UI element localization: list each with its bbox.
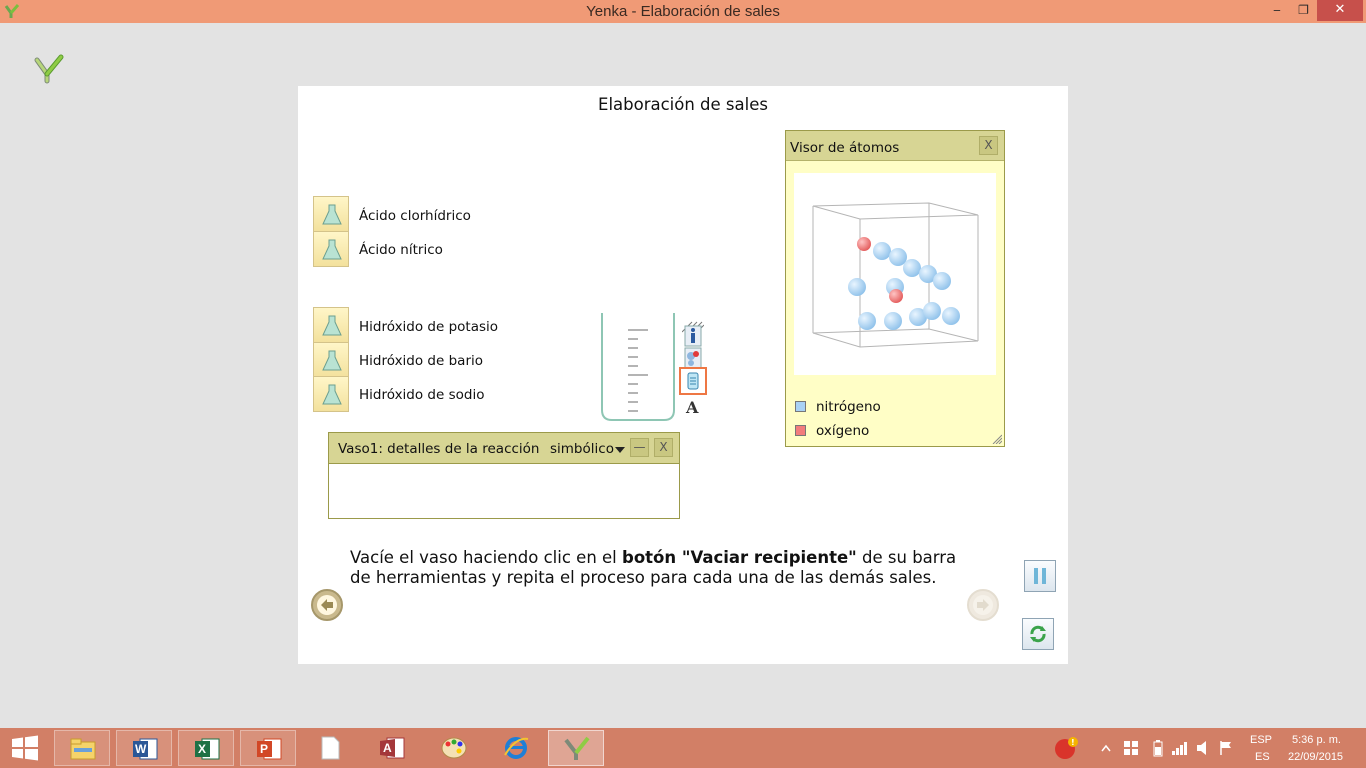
taskbar-powerpoint[interactable]: P bbox=[240, 730, 296, 766]
window-titlebar: Yenka - Elaboración de sales ‒ ❐ ✕ bbox=[0, 0, 1366, 23]
atom-viewer-window: Visor de átomos X nitrógeno oxígeno bbox=[785, 130, 1005, 447]
chemical-label: Ácido nítrico bbox=[359, 242, 443, 258]
maximize-button[interactable]: ❐ bbox=[1290, 0, 1317, 21]
powerpoint-icon: P bbox=[257, 738, 282, 760]
chemical-label: Hidróxido de sodio bbox=[359, 387, 485, 403]
taskbar-excel[interactable]: X bbox=[178, 730, 234, 766]
instruction-highlight: botón "Vaciar recipiente" bbox=[622, 548, 857, 567]
yenka-taskbar-icon bbox=[564, 736, 590, 760]
taskbar-document[interactable] bbox=[302, 730, 358, 766]
blank-document-icon bbox=[321, 736, 340, 760]
resize-grip-icon[interactable] bbox=[992, 434, 1002, 444]
network-signal-icon[interactable] bbox=[1171, 740, 1189, 756]
minimize-panel-button[interactable]: — bbox=[630, 438, 649, 457]
taskbar-notification-app[interactable]: ! bbox=[1038, 730, 1094, 766]
reaction-details-window: Vaso1: detalles de la reacción simbólico… bbox=[328, 432, 680, 519]
legend-swatch-oxygen bbox=[795, 425, 806, 436]
chemical-button-hcl[interactable] bbox=[313, 196, 349, 232]
internet-explorer-icon bbox=[504, 737, 529, 759]
taskbar-internet-explorer[interactable] bbox=[488, 730, 544, 766]
svg-text:A: A bbox=[685, 398, 699, 417]
arrow-right-icon bbox=[973, 595, 993, 615]
legend-swatch-nitrogen bbox=[795, 401, 806, 412]
language-code[interactable]: ESP bbox=[1250, 734, 1272, 746]
reset-button[interactable] bbox=[1022, 618, 1054, 650]
chemical-button-naoh[interactable] bbox=[313, 376, 349, 412]
flask-icon bbox=[322, 384, 342, 405]
clock-time[interactable]: 5:36 p. m. bbox=[1292, 734, 1341, 746]
activity-panel: Elaboración de sales Ácido clorhídrico Á… bbox=[298, 86, 1068, 664]
beaker[interactable] bbox=[600, 312, 676, 424]
pause-icon bbox=[1034, 568, 1046, 584]
atom-viewer-icon[interactable] bbox=[682, 347, 704, 369]
svg-text:W: W bbox=[135, 742, 147, 756]
battery-icon[interactable] bbox=[1153, 739, 1163, 757]
chemical-label: Hidróxido de bario bbox=[359, 353, 483, 369]
previous-step-button[interactable] bbox=[311, 589, 343, 621]
close-panel-button[interactable]: X bbox=[654, 438, 673, 457]
taskbar-paint[interactable] bbox=[426, 730, 482, 766]
refresh-icon bbox=[1030, 625, 1046, 643]
alert-app-icon: ! bbox=[1055, 737, 1078, 759]
close-button[interactable]: ✕ bbox=[1317, 0, 1363, 21]
svg-text:A: A bbox=[383, 741, 392, 755]
next-step-button[interactable] bbox=[967, 589, 999, 621]
volume-icon[interactable] bbox=[1196, 740, 1210, 756]
taskbar-file-explorer[interactable] bbox=[54, 730, 110, 766]
molecule-box-diagram bbox=[812, 202, 979, 348]
paint-palette-icon bbox=[441, 737, 467, 759]
folder-icon bbox=[70, 738, 96, 760]
dropdown-caret-icon[interactable] bbox=[615, 447, 625, 453]
access-icon: A bbox=[380, 737, 405, 759]
chemical-button-koh[interactable] bbox=[313, 307, 349, 343]
windows-start-icon[interactable] bbox=[10, 733, 40, 763]
chemical-button-baoh2[interactable] bbox=[313, 342, 349, 378]
instruction-part1: Vacíe el vaso haciendo clic en el bbox=[350, 548, 623, 567]
clock-date[interactable]: 22/09/2015 bbox=[1288, 751, 1343, 763]
svg-text:P: P bbox=[260, 742, 268, 756]
taskbar-yenka[interactable] bbox=[548, 730, 604, 766]
close-viewer-button[interactable]: X bbox=[979, 136, 998, 155]
window-title: Yenka - Elaboración de sales bbox=[586, 3, 780, 20]
legend-label-nitrogen: nitrógeno bbox=[816, 399, 881, 415]
taskbar-word[interactable]: W bbox=[116, 730, 172, 766]
flag-icon[interactable] bbox=[1219, 740, 1233, 756]
taskbar-access[interactable]: A bbox=[364, 730, 420, 766]
windows-taskbar: W X P A ! ESP ES 5:36 p. m. 22/09/2015 bbox=[0, 728, 1366, 768]
atom-viewer-title: Visor de átomos bbox=[790, 140, 900, 156]
legend-label-oxygen: oxígeno bbox=[816, 423, 870, 439]
keyboard-layout[interactable]: ES bbox=[1255, 751, 1270, 763]
minimize-button[interactable]: ‒ bbox=[1264, 0, 1290, 21]
atom-viewer-header[interactable]: Visor de átomos X bbox=[786, 131, 1004, 161]
display-mode-dropdown[interactable]: simbólico bbox=[550, 441, 614, 457]
excel-icon: X bbox=[195, 738, 220, 760]
page-title: Elaboración de sales bbox=[598, 95, 768, 114]
atom-3d-view[interactable] bbox=[794, 173, 996, 375]
yenka-logo-icon[interactable] bbox=[34, 54, 64, 84]
reaction-details-title: Vaso1: detalles de la reacción bbox=[338, 441, 540, 457]
svg-text:X: X bbox=[198, 742, 206, 756]
flask-icon bbox=[322, 315, 342, 336]
svg-text:!: ! bbox=[1071, 738, 1075, 747]
action-center-icon[interactable] bbox=[1123, 740, 1139, 756]
empty-beaker-icon bbox=[687, 372, 699, 390]
word-icon: W bbox=[133, 738, 158, 760]
flask-icon bbox=[322, 350, 342, 371]
chemical-button-hno3[interactable] bbox=[313, 231, 349, 267]
pause-button[interactable] bbox=[1024, 560, 1056, 592]
info-icon[interactable] bbox=[682, 325, 704, 347]
instruction-text: Vacíe el vaso haciendo clic en el botón … bbox=[350, 548, 970, 588]
flask-icon bbox=[322, 239, 342, 260]
text-label-icon[interactable]: A bbox=[682, 396, 704, 418]
reaction-details-header[interactable]: Vaso1: detalles de la reacción simbólico… bbox=[329, 433, 679, 464]
arrow-left-icon bbox=[317, 595, 337, 615]
empty-container-button[interactable] bbox=[679, 367, 707, 395]
chemical-label: Ácido clorhídrico bbox=[359, 208, 471, 224]
chevron-up-icon[interactable] bbox=[1101, 744, 1111, 752]
flask-icon bbox=[322, 204, 342, 225]
chemical-label: Hidróxido de potasio bbox=[359, 319, 499, 335]
